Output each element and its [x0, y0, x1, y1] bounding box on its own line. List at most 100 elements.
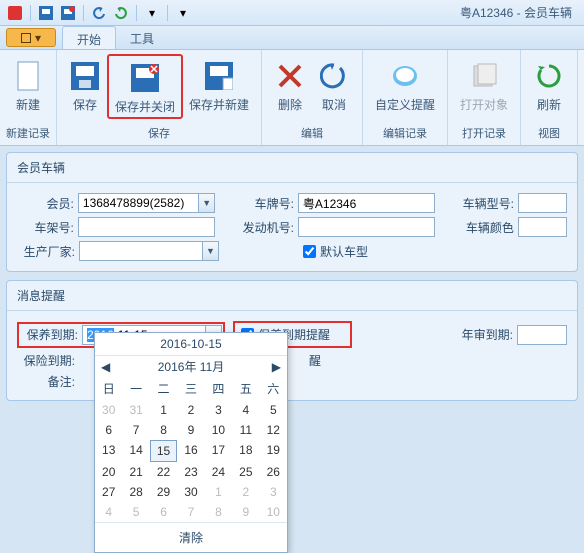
ribbon-open-button: 打开对象 [454, 54, 514, 119]
calendar-day[interactable]: 24 [205, 462, 232, 482]
ribbon-cancel-button[interactable]: 取消 [312, 54, 356, 119]
calendar-prev-icon[interactable]: ◀ [101, 360, 110, 374]
ribbon-save-new-button[interactable]: 保存并新建 [183, 54, 255, 119]
color-input[interactable] [519, 218, 566, 236]
ribbon-group-title: 新建记录 [0, 123, 56, 145]
calendar-day[interactable]: 5 [260, 400, 287, 420]
plate-input[interactable] [299, 194, 434, 212]
calendar-day[interactable]: 13 [95, 440, 122, 462]
ribbon-group-title: 视图 [521, 123, 577, 145]
default-type-input[interactable] [303, 245, 316, 258]
calendar-day[interactable]: 11 [232, 420, 259, 440]
annual-input[interactable] [518, 326, 566, 344]
default-type-checkbox[interactable]: 默认车型 [303, 243, 368, 260]
calendar-day[interactable]: 17 [205, 440, 232, 462]
delete-icon [274, 60, 306, 92]
calendar-day[interactable]: 14 [122, 440, 149, 462]
calendar-day[interactable]: 1 [205, 482, 232, 502]
calendar-day[interactable]: 9 [232, 502, 259, 522]
calendar-day[interactable]: 1 [150, 400, 177, 420]
calendar-day[interactable]: 21 [122, 462, 149, 482]
calendar-day[interactable]: 19 [260, 440, 287, 462]
calendar-day[interactable]: 10 [260, 502, 287, 522]
ribbon-refresh-button[interactable]: 刷新 [527, 54, 571, 119]
qat-save-icon[interactable] [38, 5, 54, 21]
tab-start[interactable]: 开始 [62, 26, 116, 49]
calendar-dow: 五 [232, 377, 259, 400]
calendar-day[interactable]: 9 [177, 420, 204, 440]
qat-dropdown2-icon[interactable]: ▾ [175, 5, 191, 21]
calendar-day[interactable]: 30 [177, 482, 204, 502]
engine-input-wrap [298, 217, 435, 237]
calendar-day[interactable]: 7 [177, 502, 204, 522]
calendar-day[interactable]: 25 [232, 462, 259, 482]
calendar-day[interactable]: 6 [150, 502, 177, 522]
vin-label: 车架号: [17, 219, 74, 236]
calendar-day[interactable]: 10 [205, 420, 232, 440]
calendar-day[interactable]: 6 [95, 420, 122, 440]
save-new-icon [203, 60, 235, 92]
maker-dropdown-icon[interactable]: ▼ [202, 242, 218, 260]
calendar-day[interactable]: 4 [95, 502, 122, 522]
calendar-day[interactable]: 23 [177, 462, 204, 482]
remind-partial-text: 醒 [309, 352, 321, 369]
member-dropdown-icon[interactable]: ▼ [198, 194, 214, 212]
calendar-clear-button[interactable]: 清除 [95, 522, 287, 552]
calendar-day[interactable]: 7 [122, 420, 149, 440]
calendar-day[interactable]: 16 [177, 440, 204, 462]
cancel-icon [318, 60, 350, 92]
ribbon-save-button[interactable]: 保存 [63, 54, 107, 119]
file-menu-button[interactable]: ▾ [6, 28, 56, 47]
calendar-day[interactable]: 26 [260, 462, 287, 482]
section-vehicle-title: 会员车辆 [7, 153, 577, 183]
calendar-dow: 一 [122, 377, 149, 400]
engine-input[interactable] [299, 218, 434, 236]
member-label: 会员: [17, 195, 74, 212]
ribbon-file-new-button[interactable]: 新建 [6, 54, 50, 119]
calendar-month-label[interactable]: 2016年 11月 [158, 358, 225, 375]
ribbon-reminder-button[interactable]: 自定义提醒 [369, 54, 441, 119]
qat-redo-icon[interactable] [113, 5, 129, 21]
ribbon: 新建新建记录保存保存并关闭保存并新建保存删除取消编辑自定义提醒编辑记录打开对象打… [0, 50, 584, 146]
tab-tools[interactable]: 工具 [116, 26, 168, 49]
calendar-day[interactable]: 29 [150, 482, 177, 502]
calendar-day[interactable]: 28 [122, 482, 149, 502]
calendar-day[interactable]: 30 [95, 400, 122, 420]
calendar-day[interactable]: 20 [95, 462, 122, 482]
calendar-day[interactable]: 8 [150, 420, 177, 440]
qat-save-close-icon[interactable] [60, 5, 76, 21]
calendar-day[interactable]: 3 [260, 482, 287, 502]
calendar-day[interactable]: 3 [205, 400, 232, 420]
vin-input[interactable] [79, 218, 214, 236]
member-combo[interactable]: ▼ [78, 193, 215, 213]
qat-dropdown-icon[interactable]: ▾ [144, 5, 160, 21]
ribbon-group-title: 编辑 [262, 123, 362, 145]
calendar-day[interactable]: 18 [232, 440, 259, 462]
ribbon-save-close-button[interactable]: 保存并关闭 [107, 54, 183, 119]
qat-undo-icon[interactable] [91, 5, 107, 21]
ribbon-label: 删除 [278, 98, 302, 112]
calendar-day[interactable]: 8 [205, 502, 232, 522]
calendar-day[interactable]: 27 [95, 482, 122, 502]
calendar-day[interactable]: 2 [232, 482, 259, 502]
calendar-day[interactable]: 22 [150, 462, 177, 482]
section-vehicle: 会员车辆 会员: ▼ 车牌号: 车辆型号: 车架号: 发动机号: 车辆颜色 生产… [6, 152, 578, 272]
member-input[interactable] [79, 194, 198, 212]
ribbon-delete-button[interactable]: 删除 [268, 54, 312, 119]
color-label: 车辆颜色 [445, 219, 514, 236]
ribbon-label: 自定义提醒 [375, 98, 435, 112]
calendar-day[interactable]: 4 [232, 400, 259, 420]
plate-label: 车牌号: [225, 195, 294, 212]
calendar-day[interactable]: 2 [177, 400, 204, 420]
section-reminder: 消息提醒 保养到期: 2016-11-15 ▼ 保养到期提醒 年审到期: [6, 280, 578, 401]
calendar-day[interactable]: 31 [122, 400, 149, 420]
maker-input[interactable] [80, 242, 202, 260]
calendar-day[interactable]: 5 [122, 502, 149, 522]
maker-combo[interactable]: ▼ [79, 241, 219, 261]
calendar-day[interactable]: 15 [150, 440, 177, 462]
model-input[interactable] [519, 194, 566, 212]
calendar-next-icon[interactable]: ▶ [272, 360, 281, 374]
calendar-day[interactable]: 12 [260, 420, 287, 440]
menubar: ▾ 开始 工具 [0, 26, 584, 50]
plate-input-wrap [298, 193, 435, 213]
